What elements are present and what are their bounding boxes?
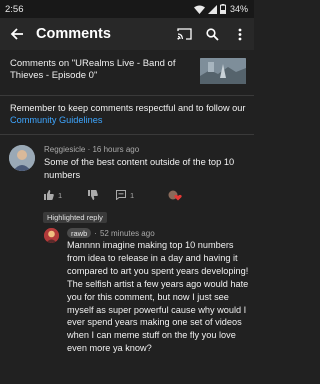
reply-time: 52 minutes ago — [99, 228, 155, 238]
search-icon — [205, 27, 219, 41]
guidelines-text: Remember to keep comments respectful and… — [10, 103, 246, 113]
video-title: Comments on "URealms Live - Band of Thie… — [10, 58, 176, 81]
highlighted-reply-badge: Highlighted reply — [43, 212, 107, 223]
divider — [0, 134, 254, 135]
wifi-icon — [193, 5, 205, 14]
signal-icon — [207, 4, 217, 14]
comment-time: 16 hours ago — [92, 145, 140, 154]
reply-button[interactable]: 1 — [116, 190, 156, 200]
reply-avatar-image — [44, 228, 59, 243]
creator-heart — [168, 190, 182, 201]
back-arrow-icon — [10, 28, 23, 40]
reply-avatar[interactable] — [44, 228, 59, 243]
community-guidelines-notice: Remember to keep comments respectful and… — [10, 102, 248, 126]
page-title: Comments — [36, 26, 111, 42]
divider — [0, 95, 254, 96]
community-guidelines-link[interactable]: Community Guidelines — [10, 115, 102, 125]
like-count: 1 — [58, 190, 63, 200]
reply-count: 1 — [130, 190, 135, 200]
highlighted-reply: rawb · 52 minutes ago Mannnn imagine mak… — [67, 228, 250, 355]
battery-icon — [219, 4, 226, 14]
avatar[interactable] — [9, 145, 35, 171]
status-time: 2:56 — [5, 3, 24, 15]
more-vert-icon — [238, 28, 242, 40]
comment-meta: Reggiesicle · 16 hours ago — [44, 145, 140, 154]
comment: Reggiesicle · 16 hours ago Some of the b… — [44, 145, 248, 182]
cast-icon — [176, 28, 192, 40]
cast-button[interactable] — [170, 18, 198, 50]
thumbs-up-icon — [44, 190, 54, 200]
avatar-image — [9, 145, 35, 171]
creator-heart-icon — [168, 190, 182, 200]
comment-text: Some of the best content outside of the … — [44, 157, 235, 180]
video-thumbnail[interactable] — [200, 58, 246, 84]
battery-percent: 34% — [229, 4, 248, 14]
thumbs-down-icon — [88, 190, 98, 200]
reply-comment-icon — [116, 190, 126, 200]
reply-author[interactable]: rawb — [67, 228, 92, 238]
reply-text: Mannnn imagine making top 10 numbers fro… — [67, 240, 249, 354]
comment-actions: 1 1 — [44, 188, 254, 202]
like-button[interactable]: 1 — [44, 190, 88, 200]
app-bar: Comments — [0, 18, 254, 50]
back-button[interactable] — [0, 18, 34, 50]
search-button[interactable] — [198, 18, 226, 50]
video-info[interactable]: Comments on "URealms Live - Band of Thie… — [0, 50, 254, 94]
thumbnail-image — [200, 58, 246, 84]
reply-meta: rawb · 52 minutes ago — [67, 228, 250, 238]
more-options-button[interactable] — [226, 18, 254, 50]
comment-author[interactable]: Reggiesicle — [44, 145, 85, 154]
status-bar: 2:56 34% — [0, 0, 254, 18]
status-icons: 34% — [193, 4, 248, 14]
dislike-button[interactable] — [88, 190, 114, 200]
